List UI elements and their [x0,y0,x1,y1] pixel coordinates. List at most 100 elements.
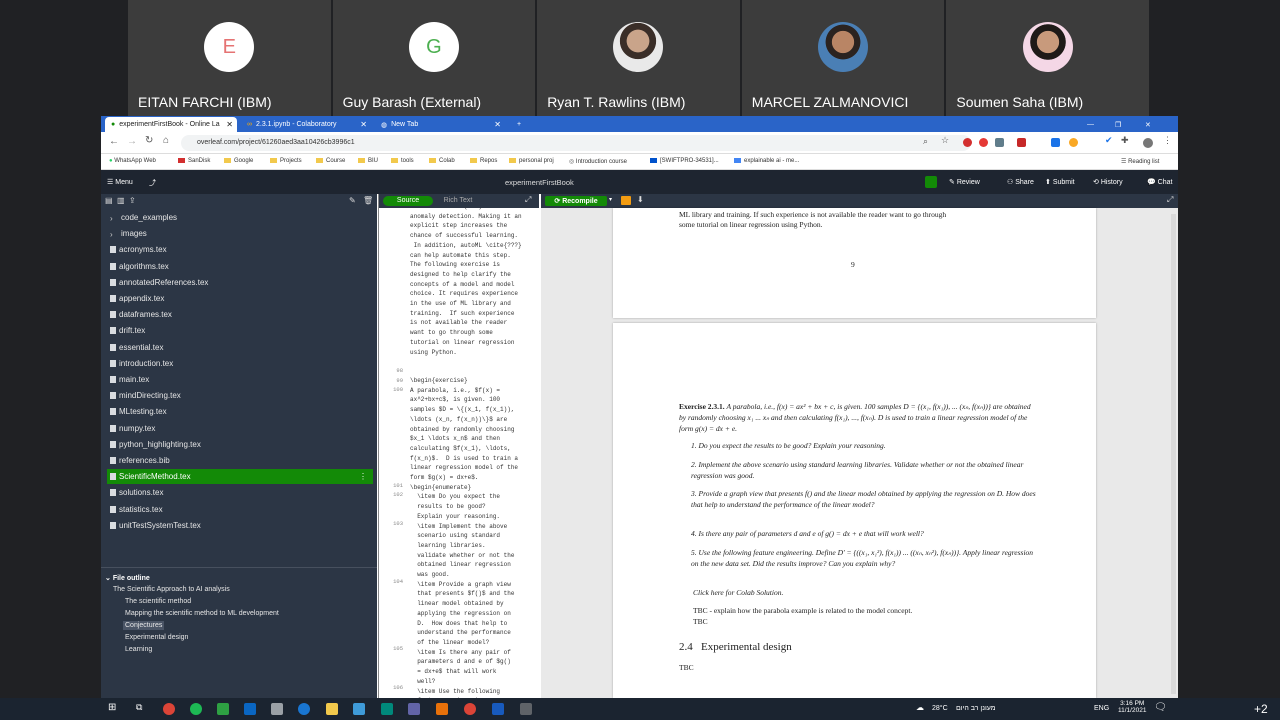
close-icon[interactable]: ✕ [494,120,501,129]
close-icon[interactable]: ✕ [360,120,367,129]
tab-colab[interactable]: ∞ 2.3.1.ipynb - Colaboratory ✕ [241,117,371,132]
recompile-button[interactable]: ⟳ Recompile [545,196,607,206]
bookmark[interactable]: ◎ Introduction course [569,158,627,165]
window-close-icon[interactable]: ✕ [1139,117,1151,132]
app-icon[interactable] [436,703,448,715]
notification-icon[interactable]: 🗨 [1154,702,1167,713]
extension-icon[interactable] [1017,138,1026,147]
participant-tile[interactable]: Ryan T. Rawlins (IBM) [537,0,740,116]
outlook-icon[interactable] [244,703,256,715]
upload-icon[interactable]: ⇪ [129,196,136,205]
expand-icon[interactable]: ⤢ [1167,195,1173,205]
kebab-menu-icon[interactable]: ⋮ [1163,135,1172,146]
code-block[interactable]: \begin{exercise} A parabola, i.e., $f(x)… [410,376,530,698]
kebab-menu-icon[interactable]: ⋮ [359,472,367,481]
file-item[interactable]: numpy.tex [110,421,376,436]
bookmark[interactable]: SanDisk [178,158,210,164]
task-view-icon[interactable]: ⧉ [136,702,142,713]
submit-button[interactable]: ⬆ Submit [1045,178,1075,186]
code-block[interactable]: neural network (CNN) for anomaly detecti… [410,208,530,357]
bookmark[interactable]: Google [224,158,253,164]
extension-icon[interactable] [1069,138,1078,147]
rich-text-toggle[interactable]: Rich Text [435,196,481,206]
file-item[interactable]: dataframes.tex [110,307,376,322]
bookmark[interactable]: Colab [429,158,455,164]
bookmark[interactable]: Projects [270,158,302,164]
file-item[interactable]: main.tex [110,372,376,387]
minimize-icon[interactable]: — [1081,117,1094,132]
scrollbar[interactable] [1171,214,1176,694]
file-item[interactable]: solutions.tex [110,485,376,500]
outline-item[interactable]: The scientific method [125,598,191,605]
new-tab-button[interactable]: + [511,117,525,132]
tab-overleaf[interactable]: ● experimentFirstBook - Online La ✕ [105,117,237,132]
participant-tile[interactable]: E EITAN FARCHI (IBM) [128,0,331,116]
app-icon[interactable] [520,703,532,715]
outline-item[interactable]: Learning [125,646,152,653]
outline-item[interactable]: Experimental design [125,634,188,641]
chrome-icon[interactable] [464,703,476,715]
file-item[interactable]: acronyms.tex [110,242,376,257]
participant-tile[interactable]: G Guy Barash (External) [332,0,536,116]
expand-icon[interactable]: ⤢ [525,195,531,205]
weather-temp[interactable]: 28°C [932,705,948,712]
pencil-icon[interactable]: ✎ [349,196,356,205]
outline-item[interactable]: Mapping the scientific method to ML deve… [125,610,279,617]
bookmark[interactable]: Repos [470,158,497,164]
maps-icon[interactable] [298,703,310,715]
search-icon[interactable]: ⌕ [923,136,928,147]
colab-solution-link[interactable]: Click here for Colab Solution. [693,588,783,597]
file-item[interactable]: appendix.tex [110,291,376,306]
participant-tile[interactable]: MARCEL ZALMANOVICI [741,0,945,116]
bookmark[interactable]: explainable ai - me... [734,158,799,164]
outline-item[interactable]: The Scientific Approach to AI analysis [113,586,230,593]
reload-icon[interactable]: ↻ [145,135,153,146]
file-item[interactable]: essential.tex [110,340,376,355]
app-icon[interactable] [353,703,365,715]
outline-item-active[interactable]: Conjectures [123,621,165,630]
file-item[interactable]: › code_examples [110,210,376,225]
app-icon[interactable] [271,703,283,715]
tab-new[interactable]: ◍ New Tab ✕ [375,117,505,132]
clock[interactable]: 3:16 PM 11/1/2021 [1118,700,1146,714]
logs-icon[interactable] [621,196,631,205]
close-icon[interactable]: ✕ [226,120,233,129]
bookmark[interactable]: tools [391,158,414,164]
maximize-icon[interactable]: ❐ [1109,117,1121,132]
file-item[interactable]: references.bib [110,453,376,468]
file-item[interactable]: introduction.tex [110,356,376,371]
participant-tile[interactable]: Soumen Saha (IBM) [946,0,1149,116]
bookmark[interactable]: [SWIFTPRO-34531]... [650,158,719,164]
bookmark[interactable]: personal proj [509,158,554,164]
weather-icon[interactable]: ☁ [916,703,924,712]
home-icon[interactable]: ⌂ [163,135,169,146]
file-item[interactable]: unitTestSystemTest.tex [110,518,376,533]
file-item[interactable]: ScientificMethod.tex ⋮ [107,469,373,485]
download-icon[interactable]: ⬇ [637,195,644,204]
menu-button[interactable]: ☰ Menu [107,178,133,186]
check-icon[interactable]: ✔ [1105,135,1113,146]
source-editor[interactable]: Source Rich Text ⤢ neural network (CNN) … [378,194,539,698]
word-icon[interactable] [492,703,504,715]
extension-icon[interactable] [1051,138,1060,147]
new-folder-icon[interactable]: ▥ [117,196,125,205]
app-icon[interactable] [381,703,393,715]
teams-icon[interactable] [408,703,420,715]
file-item[interactable]: MLtesting.tex [110,404,376,419]
pycharm-icon[interactable] [217,703,229,715]
bookmark[interactable]: ● WhatsApp Web [109,158,156,164]
bookmark[interactable]: BIU [358,158,378,164]
more-participants-badge[interactable]: +2 [1254,702,1268,716]
file-item[interactable]: statistics.tex [110,502,376,517]
history-button[interactable]: ⟲ History [1093,178,1123,186]
review-button[interactable]: ✎ Review [949,178,980,186]
outline-title[interactable]: ⌄ File outline [105,574,150,582]
folder-icon[interactable] [326,703,338,715]
star-icon[interactable]: ☆ [941,135,949,146]
file-item[interactable]: mindDirecting.tex [110,388,376,403]
puzzle-icon[interactable]: ✚ [1121,135,1129,146]
url-input[interactable]: overleaf.com/project/61260aed3aa10426cb3… [181,135,971,151]
reading-list[interactable]: ☰ Reading list [1121,158,1159,165]
file-item[interactable]: python_highlighting.tex [110,437,376,452]
spotify-icon[interactable] [190,703,202,715]
